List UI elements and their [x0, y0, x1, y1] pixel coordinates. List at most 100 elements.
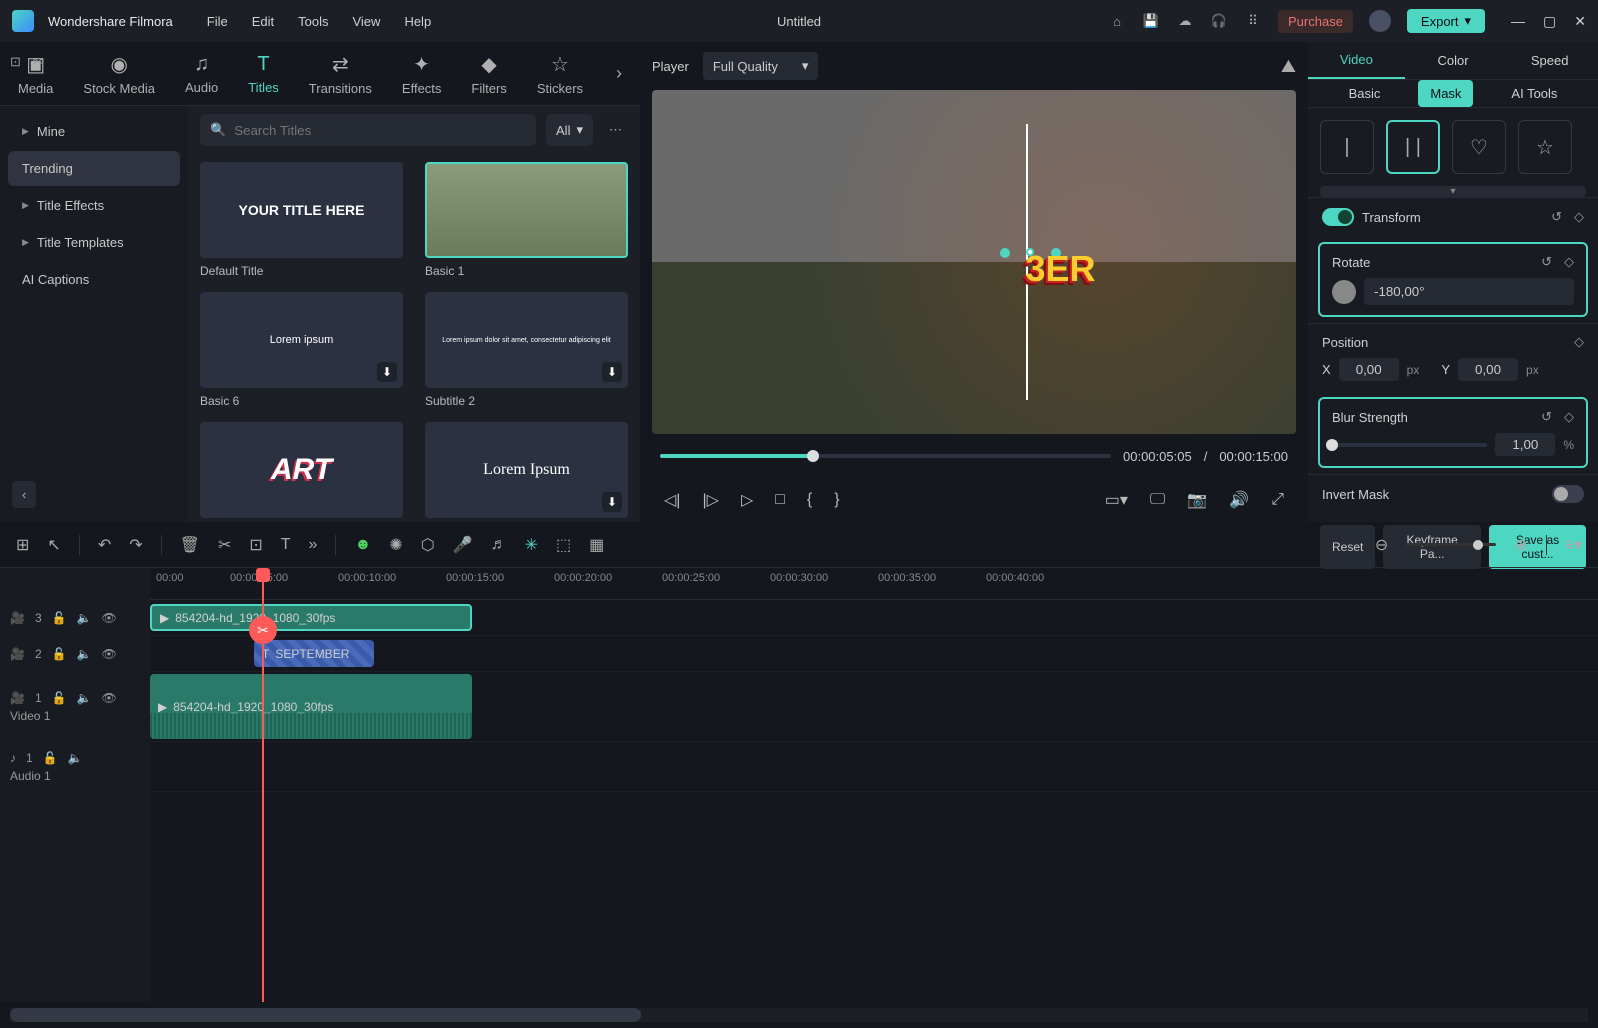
cloud-icon[interactable]: ☁ [1176, 12, 1194, 30]
aspect-dropdown[interactable]: ▭▾ [1105, 490, 1128, 510]
display-button[interactable]: 🖵 [1150, 491, 1165, 509]
tab-titles[interactable]: TTitles [248, 53, 279, 95]
snapshot-button[interactable]: 📷 [1187, 490, 1207, 510]
lock-icon[interactable]: 🔓 [52, 647, 67, 661]
play-button[interactable]: ▷ [741, 490, 753, 510]
title-thumb-art[interactable]: ART [200, 422, 403, 518]
mute-icon[interactable]: 🔈 [77, 691, 92, 705]
tabs-scroll-right[interactable]: › [616, 63, 622, 84]
rotate-value-input[interactable] [1364, 278, 1574, 305]
title-thumb-subtitle2[interactable]: Lorem ipsum dolor sit amet, consectetur … [425, 292, 628, 408]
visibility-icon[interactable]: 👁 [102, 691, 117, 705]
position-x-input[interactable] [1339, 358, 1399, 381]
clip-video[interactable]: ▶854204-hd_1920_1080_30fps [150, 674, 472, 739]
view-options-button[interactable]: ≡▾ [1565, 535, 1582, 555]
tab-color[interactable]: Color [1405, 43, 1502, 78]
subtab-basic[interactable]: Basic [1337, 80, 1393, 107]
sidebar-collapse-button[interactable]: ‹ [12, 481, 36, 508]
mask-shape-heart[interactable]: ♡ [1452, 120, 1506, 174]
undo-button[interactable]: ↶ [98, 535, 111, 555]
timeline-scrollbar[interactable] [10, 1008, 1588, 1022]
tab-video[interactable]: Video [1308, 42, 1405, 79]
time-ruler[interactable]: 00:00 00:00:05:00 00:00:10:00 00:00:15:0… [150, 568, 1598, 600]
sidebar-item-title-templates[interactable]: ▶Title Templates [8, 225, 180, 260]
visibility-icon[interactable]: 👁 [102, 647, 117, 661]
tab-speed[interactable]: Speed [1501, 43, 1598, 78]
layout-icon[interactable]: ⊞ [16, 535, 29, 555]
zoom-slider[interactable] [1406, 543, 1496, 546]
blur-value-input[interactable] [1495, 433, 1555, 456]
tab-filters[interactable]: ◆Filters [471, 52, 506, 96]
zoom-out-button[interactable]: ⊖ [1375, 535, 1388, 555]
rotate-knob[interactable] [1332, 280, 1356, 304]
record-button[interactable]: ⬚ [556, 535, 571, 555]
minimize-button[interactable]: — [1511, 13, 1525, 30]
apps-icon[interactable]: ⠿ [1244, 12, 1262, 30]
device-icon[interactable]: ⌂ [1108, 12, 1126, 30]
tab-stock-media[interactable]: ◉Stock Media [83, 52, 155, 96]
snapshot-mode-icon[interactable]: ⛰ [1281, 56, 1296, 77]
scissors-icon[interactable]: ✂ [249, 616, 277, 644]
reset-icon[interactable]: ↺ [1541, 254, 1552, 270]
render-button[interactable]: ✳ [525, 535, 538, 555]
adjustment-button[interactable]: ▦ [589, 535, 604, 555]
more-options-button[interactable]: ⋯ [603, 122, 628, 138]
position-y-input[interactable] [1458, 358, 1518, 381]
subtab-ai-tools[interactable]: AI Tools [1499, 80, 1569, 107]
seek-thumb[interactable] [807, 450, 819, 462]
crop-button[interactable]: ⊡ [249, 535, 262, 555]
slider-thumb[interactable] [1326, 439, 1338, 451]
sidebar-item-mine[interactable]: ▶Mine [8, 114, 180, 149]
menu-file[interactable]: File [207, 14, 228, 29]
support-icon[interactable]: 🎧 [1210, 12, 1228, 30]
menu-help[interactable]: Help [404, 14, 431, 29]
download-icon[interactable]: ⬇ [602, 492, 622, 512]
title-thumb-default[interactable]: YOUR TITLE HERE Default Title [200, 162, 403, 278]
search-titles[interactable]: 🔍 [200, 114, 536, 146]
blur-slider[interactable] [1332, 443, 1487, 447]
menu-edit[interactable]: Edit [252, 14, 274, 29]
scrollbar-thumb[interactable] [10, 1008, 641, 1022]
redo-button[interactable]: ↷ [129, 535, 142, 555]
visibility-icon[interactable]: 👁 [102, 611, 117, 625]
mute-icon[interactable]: 🔈 [68, 751, 83, 765]
mark-out-button[interactable]: } [834, 491, 839, 509]
title-thumb-basic6[interactable]: Lorem ipsum⬇ Basic 6 [200, 292, 403, 408]
mask-shape-single-line[interactable]: | [1320, 120, 1374, 174]
mute-icon[interactable]: 🔈 [77, 647, 92, 661]
menu-view[interactable]: View [352, 14, 380, 29]
audio-mix-button[interactable]: ♬ [491, 536, 507, 554]
playhead[interactable]: ✂ [262, 568, 264, 1002]
lock-icon[interactable]: 🔓 [52, 611, 67, 625]
title-thumb-lorem[interactable]: Lorem Ipsum⬇ [425, 422, 628, 518]
sidebar-item-ai-captions[interactable]: AI Captions [8, 262, 180, 297]
search-input[interactable] [234, 123, 526, 138]
mark-in-button[interactable]: { [807, 491, 812, 509]
pointer-icon[interactable]: ↖ [47, 535, 60, 555]
reset-icon[interactable]: ↺ [1551, 209, 1562, 225]
save-icon[interactable]: 💾 [1142, 12, 1160, 30]
export-button[interactable]: Export▾ [1407, 9, 1485, 33]
tab-effects[interactable]: ✦Effects [402, 52, 442, 96]
maximize-button[interactable]: ▢ [1543, 13, 1556, 30]
keyframe-icon[interactable]: ◇ [1564, 254, 1574, 270]
expand-shapes-button[interactable]: ▾ [1320, 186, 1586, 197]
clip-title[interactable]: TSEPTEMBER [254, 640, 374, 667]
title-overlay-text[interactable]: 3ER [1026, 248, 1096, 290]
voiceover-button[interactable]: 🎤 [453, 535, 473, 555]
mask-shape-double-line[interactable]: | | [1386, 120, 1440, 174]
subtab-mask[interactable]: Mask [1418, 80, 1473, 107]
track-lane-3[interactable]: ▶854204-hd_1920_1080_30fps [150, 600, 1598, 636]
ai-button[interactable]: ☻ [354, 536, 371, 554]
download-icon[interactable]: ⬇ [602, 362, 622, 382]
tab-audio[interactable]: ♫Audio [185, 53, 218, 95]
color-button[interactable]: ✺ [389, 535, 402, 555]
tab-stickers[interactable]: ☆Stickers [537, 52, 583, 96]
prev-frame-button[interactable]: ◁| [664, 490, 680, 510]
reset-icon[interactable]: ↺ [1541, 409, 1552, 425]
timeline-tracks[interactable]: 00:00 00:00:05:00 00:00:10:00 00:00:15:0… [150, 568, 1598, 1002]
marker-button[interactable]: ⬡ [421, 535, 435, 555]
next-frame-button[interactable]: |▷ [702, 490, 718, 510]
more-tools-button[interactable]: » [309, 536, 318, 554]
quality-dropdown[interactable]: Full Quality▾ [703, 52, 819, 80]
